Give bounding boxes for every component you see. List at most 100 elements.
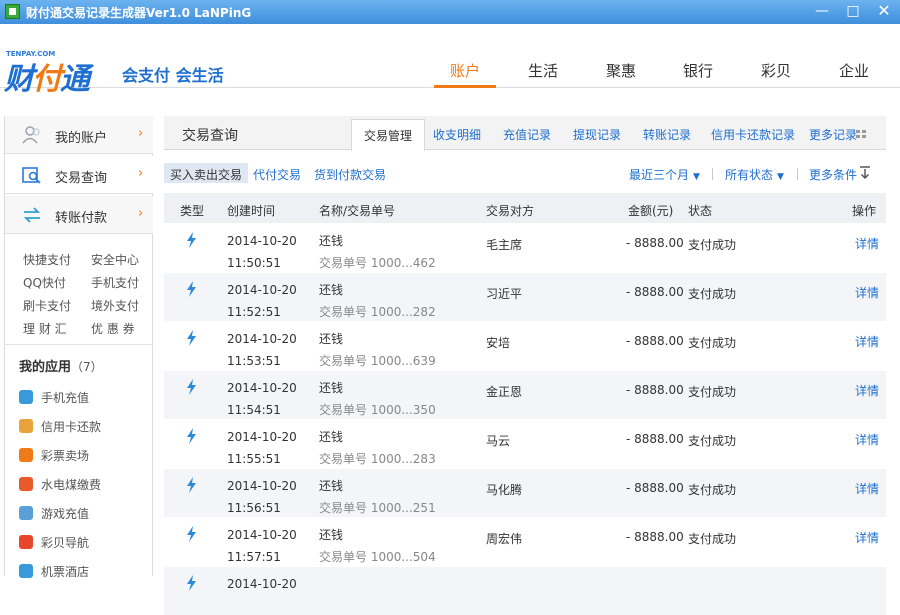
app-icon xyxy=(5,4,20,19)
slogan: 会支付 会生活 xyxy=(122,66,224,85)
row-status: 支付成功 xyxy=(688,336,737,350)
tab-5[interactable]: 信用卡还款记录 xyxy=(711,126,795,143)
row-status: 支付成功 xyxy=(688,434,737,448)
sidebar-item-transfer[interactable]: 转账付款 › xyxy=(5,196,153,234)
row-status: 支付成功 xyxy=(688,532,737,546)
sidebar-item-label: 转账付款 xyxy=(55,211,108,226)
row-order-no: 交易单号 1000...251 xyxy=(319,501,436,515)
lightning-icon xyxy=(187,232,196,248)
close-button[interactable]: ✕ xyxy=(869,0,899,24)
lightning-icon xyxy=(187,575,196,591)
user-icon xyxy=(22,126,40,144)
link-qq-pay[interactable]: QQ快付 xyxy=(23,274,66,291)
range-dropdown[interactable]: 最近三个月 ▼ xyxy=(629,166,700,183)
compass-icon xyxy=(19,535,33,549)
subtab-buy-sell[interactable]: 买入卖出交易 xyxy=(164,163,249,183)
column-header: 金额(元) xyxy=(628,204,674,218)
tab-4[interactable]: 转账记录 xyxy=(643,126,691,143)
row-order-no: 交易单号 1000...283 xyxy=(319,452,436,466)
detail-link[interactable]: 详情 xyxy=(855,382,879,399)
app-label: 游戏充值 xyxy=(41,507,90,521)
top-nav-item[interactable]: 银行 xyxy=(667,60,729,88)
sidebar-item-my-account[interactable]: 我的账户 › xyxy=(5,116,153,154)
app-item[interactable]: 水电煤缴费 xyxy=(19,475,149,493)
row-time: 11:56:51 xyxy=(227,501,281,515)
top-nav-item[interactable]: 生活 xyxy=(512,60,574,88)
link-card-pay[interactable]: 刷卡支付 xyxy=(23,297,71,314)
link-wealth[interactable]: 理 财 汇 xyxy=(23,320,67,337)
app-label: 手机充值 xyxy=(41,391,90,405)
mobile-recharge-icon xyxy=(19,390,33,404)
app-item[interactable]: 彩票卖场 xyxy=(19,446,149,464)
app-item[interactable]: 机票酒店 xyxy=(19,562,149,580)
detail-link[interactable]: 详情 xyxy=(855,284,879,301)
table-row[interactable]: 2014-10-20 11:54:51 还钱 交易单号 1000...350 金正恩 - … xyxy=(164,371,886,419)
maximize-button[interactable]: □ xyxy=(838,0,868,24)
window-title-bar[interactable]: 财付通交易记录生成器Ver1.0 LaNPinG — □ ✕ xyxy=(0,0,900,24)
row-name: 还钱 xyxy=(319,283,344,297)
row-order-no: 交易单号 1000...504 xyxy=(319,550,436,564)
link-overseas-pay[interactable]: 境外支付 xyxy=(91,297,139,314)
top-nav-item[interactable]: 聚惠 xyxy=(590,60,652,88)
detail-link[interactable]: 详情 xyxy=(855,431,879,448)
link-quick-pay[interactable]: 快捷支付 xyxy=(23,251,71,268)
top-nav-item[interactable]: 企业 xyxy=(823,60,885,88)
divider xyxy=(5,344,153,345)
tenpay-logo[interactable]: TENPAY.COM 财付通 xyxy=(4,42,120,97)
tab-0[interactable]: 交易管理 xyxy=(351,119,426,151)
more-conditions-link[interactable]: 更多条件 xyxy=(809,166,857,183)
column-header: 名称/交易单号 xyxy=(319,204,396,218)
table-row[interactable]: 2014-10-20 11:55:51 还钱 交易单号 1000...283 马云 - 8… xyxy=(164,420,886,468)
minimize-button[interactable]: — xyxy=(807,0,837,24)
chevron-down-icon: ▼ xyxy=(693,172,700,182)
row-date: 2014-10-20 xyxy=(227,430,297,444)
chevron-right-icon: › xyxy=(138,126,144,141)
detail-link[interactable]: 详情 xyxy=(855,529,879,546)
table-row[interactable]: 2014-10-20 11:57:51 还钱 交易单号 1000...504 周宏伟 - … xyxy=(164,518,886,566)
row-counterparty: 周宏伟 xyxy=(486,532,523,546)
subtab-cod[interactable]: 货到付款交易 xyxy=(314,166,386,183)
link-coupons[interactable]: 优 惠 券 xyxy=(91,320,135,337)
grid-icon[interactable] xyxy=(856,130,866,139)
status-dropdown[interactable]: 所有状态 ▼ xyxy=(725,166,784,183)
row-date: 2014-10-20 xyxy=(227,381,297,395)
left-sidebar: 我的账户 › 交易查询 › 转账付款 › 快捷支付 安全中心 QQ快付 手机支付… xyxy=(4,116,153,579)
tab-6[interactable]: 更多记录 xyxy=(809,126,857,143)
page-title: 交易查询 xyxy=(182,128,238,144)
detail-link[interactable]: 详情 xyxy=(855,480,879,497)
top-nav-item[interactable]: 账户 xyxy=(434,60,496,88)
app-item[interactable]: 信用卡还款 xyxy=(19,417,149,435)
row-status: 支付成功 xyxy=(688,287,737,301)
detail-link[interactable]: 详情 xyxy=(855,333,879,350)
export-icon[interactable] xyxy=(859,166,871,180)
row-amount: - 8888.00 xyxy=(626,383,684,397)
sidebar-item-transaction-query[interactable]: 交易查询 › xyxy=(5,156,153,194)
row-time: 11:52:51 xyxy=(227,305,281,319)
gamepad-icon xyxy=(19,506,33,520)
table-row[interactable]: 2014-10-20 xyxy=(164,567,886,615)
row-status: 支付成功 xyxy=(688,385,737,399)
search-doc-icon xyxy=(22,167,41,184)
row-amount: - 8888.00 xyxy=(626,334,684,348)
table-row[interactable]: 2014-10-20 11:52:51 还钱 交易单号 1000...282 习近平 - … xyxy=(164,273,886,321)
row-order-no: 交易单号 1000...639 xyxy=(319,354,436,368)
tab-3[interactable]: 提现记录 xyxy=(573,126,621,143)
top-nav-item[interactable]: 彩贝 xyxy=(745,60,807,88)
app-item[interactable]: 手机充值 xyxy=(19,388,149,406)
table-row[interactable]: 2014-10-20 11:53:51 还钱 交易单号 1000...639 安培 - 8… xyxy=(164,322,886,370)
tab-bar: 交易查询 交易管理 收支明细 充值记录 提现记录 转账记录 信用卡还款记录 更多记录 xyxy=(164,116,886,151)
app-label: 彩贝导航 xyxy=(41,536,90,550)
lightning-icon xyxy=(187,281,196,297)
tab-2[interactable]: 充值记录 xyxy=(503,126,551,143)
detail-link[interactable]: 详情 xyxy=(855,235,879,252)
row-order-no: 交易单号 1000...462 xyxy=(319,256,436,270)
link-security-center[interactable]: 安全中心 xyxy=(91,251,139,268)
tab-1[interactable]: 收支明细 xyxy=(433,126,481,143)
app-item[interactable]: 彩贝导航 xyxy=(19,533,149,551)
subtab-proxy-pay[interactable]: 代付交易 xyxy=(253,166,301,183)
row-counterparty: 习近平 xyxy=(486,287,523,301)
app-item[interactable]: 游戏充值 xyxy=(19,504,149,522)
link-mobile-pay[interactable]: 手机支付 xyxy=(91,274,139,291)
table-row[interactable]: 2014-10-20 11:50:51 还钱 交易单号 1000...462 毛主席 - … xyxy=(164,224,886,272)
table-row[interactable]: 2014-10-20 11:56:51 还钱 交易单号 1000...251 马化腾 - … xyxy=(164,469,886,517)
